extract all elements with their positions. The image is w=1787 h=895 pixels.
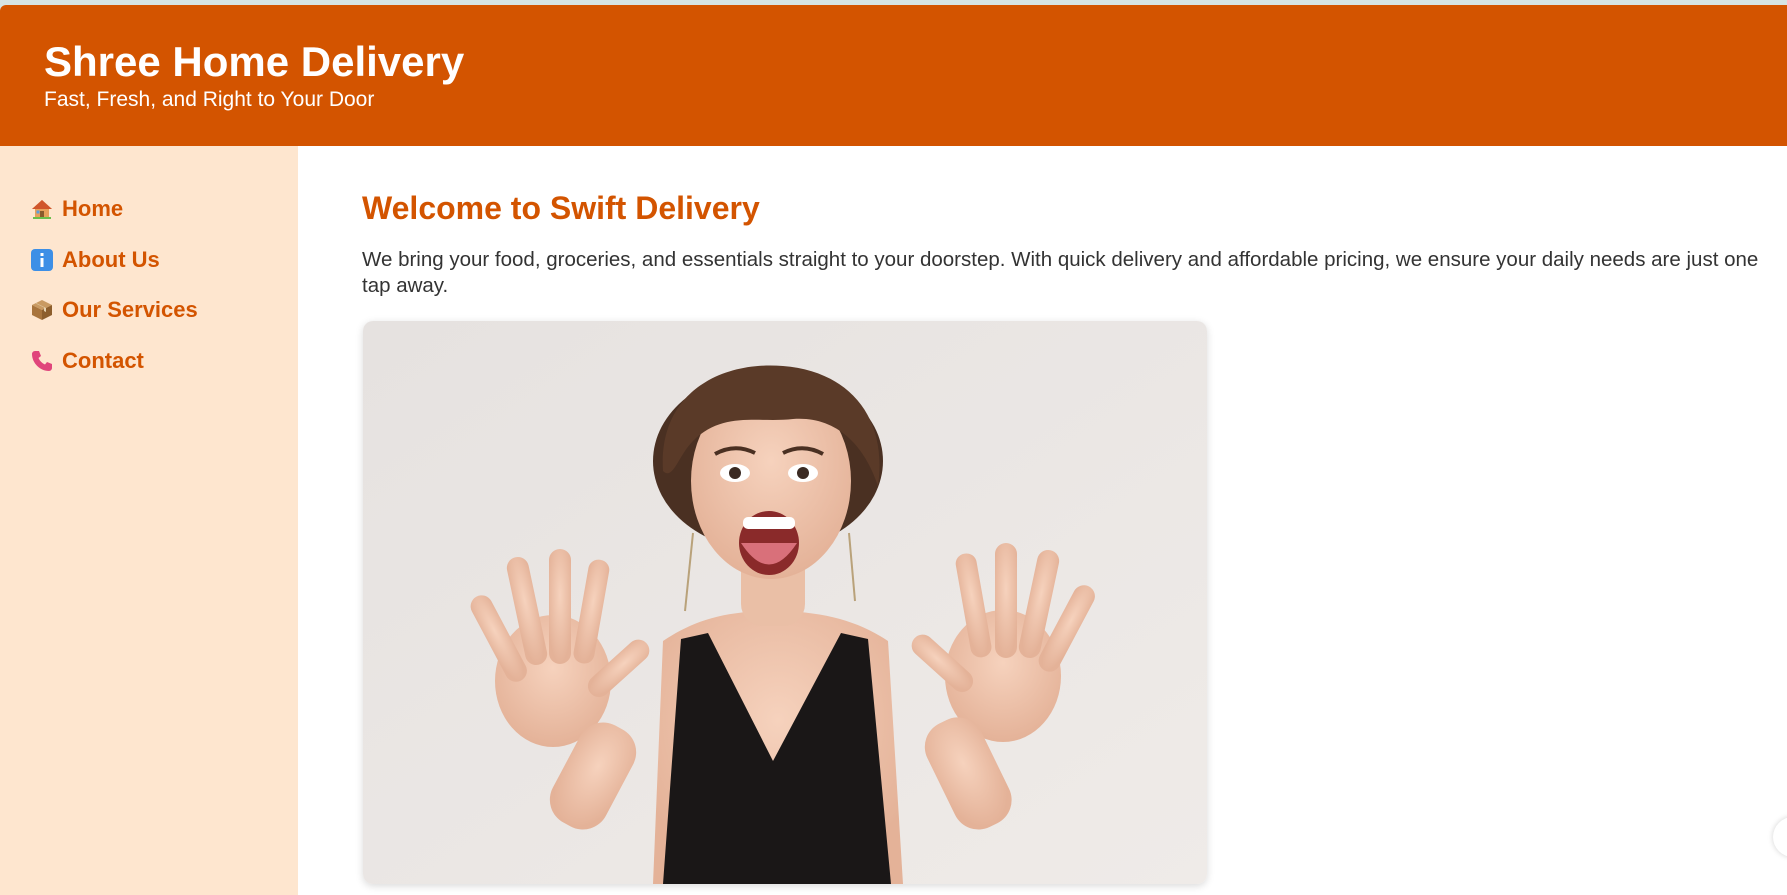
site-header: Shree Home Delivery Fast, Fresh, and Rig… <box>0 5 1787 146</box>
sidebar-item-about[interactable]: About Us <box>30 247 160 273</box>
sidebar-item-label: Contact <box>62 348 144 373</box>
hero-image <box>363 321 1207 884</box>
info-icon <box>30 248 54 272</box>
package-icon <box>30 298 54 322</box>
sidebar-item-label: Home <box>62 196 124 221</box>
sidebar-item-label: About Us <box>62 247 160 272</box>
intro-paragraph: We bring your food, groceries, and essen… <box>362 248 1759 297</box>
site-tagline: Fast, Fresh, and Right to Your Door <box>44 88 375 111</box>
excited-woman-illustration <box>363 321 1207 884</box>
sidebar-item-services[interactable]: Our Services <box>30 297 198 323</box>
site-title: Shree Home Delivery <box>44 38 465 85</box>
sidebar-nav: Home About Us Our Services Contact <box>0 146 298 895</box>
sidebar-item-home[interactable]: Home <box>30 196 123 222</box>
phone-icon <box>30 349 54 373</box>
house-icon <box>30 197 54 221</box>
page-title: Welcome to Swift Delivery <box>362 190 760 226</box>
main-content: Welcome to Swift Delivery We bring your … <box>298 146 1787 895</box>
sidebar-item-contact[interactable]: Contact <box>30 348 144 374</box>
sidebar-item-label: Our Services <box>62 297 198 322</box>
browser-page: Shree Home Delivery Fast, Fresh, and Rig… <box>0 5 1787 895</box>
